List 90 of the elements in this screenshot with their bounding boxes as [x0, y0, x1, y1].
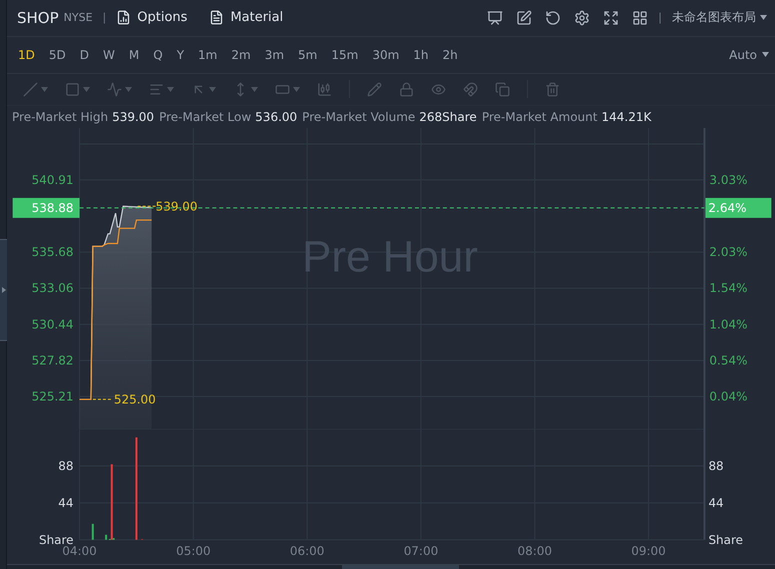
timeframe-tab[interactable]: Q — [146, 48, 170, 62]
pencil-icon — [367, 82, 382, 97]
line-icon — [23, 82, 38, 97]
volume-tick: 88 — [58, 459, 74, 474]
timeframe-tab[interactable]: 30m — [365, 48, 406, 62]
eye-icon — [431, 82, 446, 97]
chart-document-icon — [116, 10, 132, 26]
edit-icon[interactable] — [516, 10, 532, 26]
document-icon — [209, 10, 224, 26]
caret-icon — [293, 86, 300, 92]
price-tick: 530.44 — [32, 317, 74, 332]
caret-icon — [760, 15, 767, 20]
leader-line — [92, 398, 114, 400]
time-tick: 07:00 — [404, 544, 438, 558]
time-tick: 05:00 — [176, 544, 211, 558]
layout-dropdown[interactable]: 未命名图表布局 — [672, 9, 767, 26]
caret-icon — [83, 86, 90, 92]
price-tick: 540.91 — [32, 172, 74, 187]
caret-icon — [125, 86, 132, 92]
timeframe-tab[interactable]: 5m — [291, 48, 324, 62]
rectangle-icon — [65, 82, 80, 97]
expand-arrow-icon — [2, 286, 6, 292]
timeframe-tab[interactable]: 1m — [191, 48, 224, 62]
high-marker: 539.00 — [156, 199, 198, 214]
timeframe-tab[interactable]: 1D — [11, 48, 42, 62]
options-link[interactable]: Options — [116, 10, 188, 26]
time-tick: 09:00 — [631, 544, 666, 558]
stat-label: Pre-Market Amount — [482, 110, 598, 124]
chart-screen-icon[interactable] — [487, 10, 504, 26]
percent-tick: 3.03% — [709, 172, 748, 187]
percent-tick: 2.03% — [709, 244, 748, 259]
refresh-icon[interactable] — [545, 10, 562, 26]
timeframe-tab[interactable]: 15m — [324, 48, 366, 62]
collapse-handle[interactable] — [0, 238, 7, 340]
fullscreen-icon[interactable] — [603, 10, 620, 26]
last-price-badge: 538.88 — [12, 198, 80, 218]
percent-tick: 0.54% — [709, 353, 748, 368]
stock-symbol: SHOP — [17, 8, 59, 27]
wave-icon — [107, 82, 122, 97]
timeframe-tab[interactable]: Y — [170, 48, 192, 62]
stat-label: Pre-Market Volume — [302, 110, 416, 124]
stat-value: 536.00 — [255, 110, 298, 124]
volume-tick: 44 — [58, 496, 74, 510]
caret-icon — [41, 86, 48, 92]
timeframe-tab[interactable]: M — [122, 48, 146, 62]
scale-dropdown[interactable]: Auto — [729, 48, 769, 62]
divider-text: | — [658, 11, 662, 24]
divider-text: | — [102, 11, 106, 24]
time-tick: 08:00 — [518, 544, 552, 558]
stat-value: 268Share — [419, 110, 477, 124]
timeframe-tab[interactable]: 5D — [42, 48, 73, 62]
stat-label: Pre-Market Low — [159, 110, 252, 124]
material-link[interactable]: Material — [209, 10, 284, 26]
candlestick-icon — [317, 82, 332, 97]
price-tick: 533.06 — [32, 281, 74, 295]
price-tick: 535.68 — [32, 244, 74, 259]
percent-tick: 1.04% — [709, 317, 748, 332]
time-tick: 06:00 — [290, 544, 324, 558]
caret-icon — [167, 86, 174, 92]
timeframe-tab[interactable]: 3m — [258, 48, 292, 62]
leader-line — [137, 206, 156, 207]
stat-value: 539.00 — [112, 110, 154, 124]
exchange-name: NYSE — [64, 11, 93, 24]
magnet-icon — [463, 82, 478, 97]
timeframe-tab[interactable]: 2m — [224, 48, 258, 62]
timeframe-tab[interactable]: 2h — [436, 48, 465, 62]
price-tick: 527.82 — [32, 353, 74, 368]
volume-tick: 88 — [708, 459, 724, 474]
timeframe-tab[interactable]: W — [96, 48, 122, 62]
price-tick: 525.21 — [32, 389, 74, 404]
percent-tick: 0.04% — [709, 389, 748, 404]
volume-unit: Share — [708, 533, 743, 548]
last-change-badge: 2.64% — [705, 198, 772, 218]
caret-icon — [251, 86, 258, 92]
percent-tick: 1.54% — [709, 281, 748, 295]
lock-icon — [399, 82, 414, 97]
low-marker: 525.00 — [114, 392, 156, 406]
timeframe-tab[interactable]: D — [72, 48, 96, 62]
caret-icon — [762, 52, 769, 58]
trash-icon — [545, 82, 560, 97]
timeframe-tab[interactable]: 1h — [406, 48, 436, 62]
text-lines-icon — [149, 82, 164, 97]
volume-tick: 44 — [708, 496, 724, 510]
stat-label: Pre-Market High — [12, 110, 108, 124]
stat-value: 144.21K — [601, 110, 652, 124]
grid-icon[interactable] — [632, 10, 648, 26]
copy-icon — [495, 82, 510, 97]
settings-icon[interactable] — [574, 10, 590, 26]
volume-bar — [92, 524, 94, 540]
caret-icon — [209, 86, 216, 92]
